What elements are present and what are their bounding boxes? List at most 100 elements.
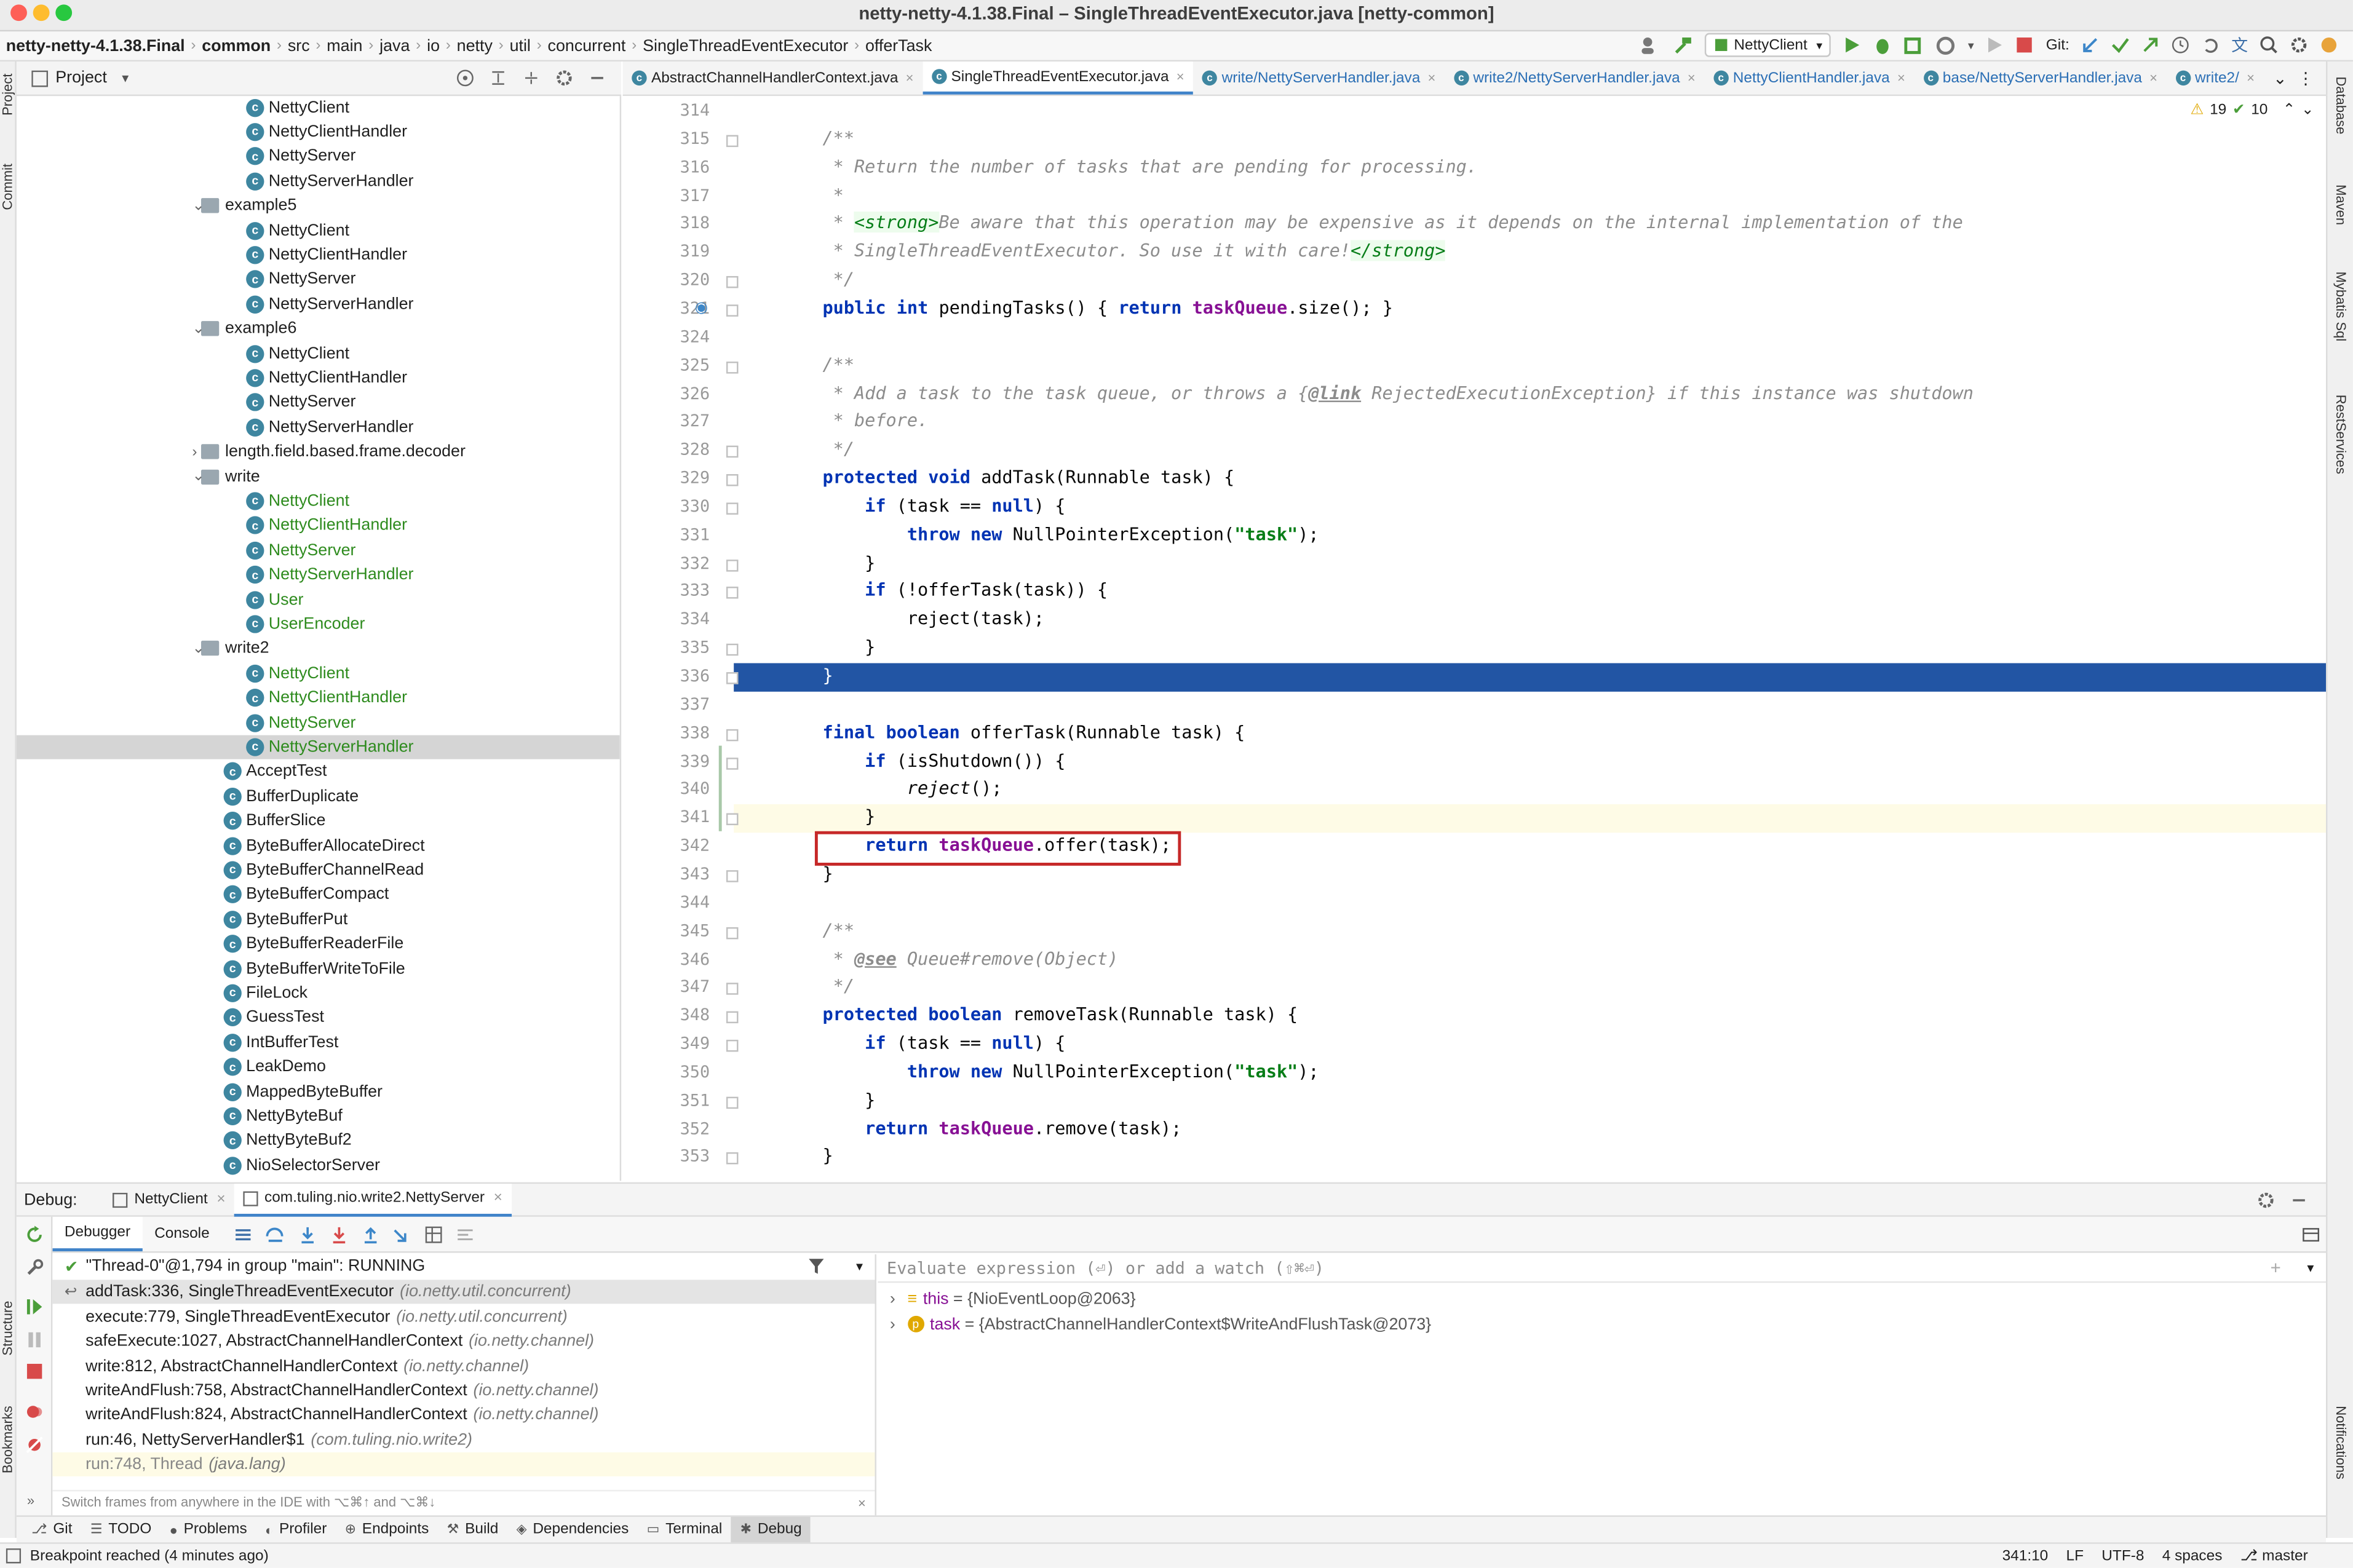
mute-breakpoints-icon[interactable]: [25, 1436, 43, 1454]
line-number[interactable]: 319: [623, 242, 710, 261]
project-panel-title[interactable]: Project: [55, 69, 107, 87]
line-number[interactable]: 337: [623, 694, 710, 714]
tree-node[interactable]: c NettyClientHandler: [17, 513, 620, 537]
run-to-cursor-icon[interactable]: [392, 1225, 410, 1243]
line-number[interactable]: 314: [623, 100, 710, 120]
implementation-marker-icon[interactable]: ◉: [695, 300, 708, 317]
variable-row[interactable]: › ≡ this = {NioEventLoop@2063}: [878, 1288, 2326, 1312]
code-line[interactable]: protected void addTask(Runnable task) {: [780, 467, 1235, 488]
line-number[interactable]: 324: [623, 327, 710, 346]
tree-node[interactable]: c NettyClientHandler: [17, 686, 620, 710]
tree-node[interactable]: c IntBufferTest: [17, 1031, 620, 1055]
code-editor[interactable]: ⚠ 19 ✔ 10 ⌃ ⌄ 314 315 /** 316 * Return the…: [622, 96, 2326, 1182]
code-line[interactable]: if (task == null) {: [780, 495, 1065, 516]
commit-tool-button[interactable]: Commit: [0, 164, 15, 210]
vcs-change-marker[interactable]: [718, 745, 722, 831]
run-icon[interactable]: [1843, 36, 1861, 54]
tool-window-button[interactable]: ⊕ Endpoints: [336, 1516, 438, 1543]
code-line[interactable]: */: [780, 438, 854, 459]
tree-node[interactable]: c NettyByteBuf2: [17, 1129, 620, 1153]
line-number[interactable]: 329: [623, 468, 710, 488]
line-number[interactable]: 351: [623, 1090, 710, 1110]
project-tool-button[interactable]: Project: [0, 74, 15, 116]
hide-icon[interactable]: [2290, 1190, 2307, 1208]
chevron-down-icon[interactable]: ⌄: [192, 320, 204, 337]
tree-node[interactable]: c ByteBufferPut: [17, 907, 620, 931]
line-number[interactable]: 332: [623, 553, 710, 572]
code-line[interactable]: }: [780, 806, 875, 827]
stack-frame[interactable]: ↩ addTask:336, SingleThreadEventExecutor (…: [52, 1280, 875, 1305]
tool-window-button[interactable]: ◈ Dependencies: [507, 1516, 638, 1543]
line-number[interactable]: 336: [623, 666, 710, 686]
tree-node[interactable]: c NettyServerHandler: [17, 563, 620, 587]
chevron-right-icon[interactable]: ›: [890, 1315, 895, 1333]
tool-window-button[interactable]: ✱ Debug: [731, 1516, 811, 1543]
code-line[interactable]: * before.: [780, 410, 929, 431]
tree-node[interactable]: c NettyByteBuf: [17, 1104, 620, 1128]
tree-node[interactable]: c UserEncoder: [17, 612, 620, 636]
fold-marker-icon[interactable]: [726, 870, 739, 882]
close-icon[interactable]: ×: [1176, 69, 1184, 84]
tree-node[interactable]: c NettyServer: [17, 390, 620, 414]
code-line[interactable]: protected boolean removeTask(Runnable ta…: [780, 1004, 1298, 1025]
breadcrumb-item[interactable]: netty: [457, 37, 493, 55]
tree-node[interactable]: c NettyServerHandler: [17, 415, 620, 439]
stack-frame[interactable]: writeAndFlush:824, AbstractChannelHandle…: [52, 1403, 875, 1427]
line-number[interactable]: 318: [623, 213, 710, 233]
collapse-all-icon[interactable]: [522, 69, 540, 87]
editor-tab[interactable]: c write2/ ×: [2167, 61, 2264, 95]
close-icon[interactable]: ×: [1897, 71, 1905, 85]
tree-node[interactable]: c NettyClient: [17, 661, 620, 685]
code-line[interactable]: *: [780, 184, 844, 205]
fold-marker-icon[interactable]: [726, 814, 739, 826]
code-line[interactable]: * SingleThreadEventExecutor. So use it w…: [780, 240, 1446, 262]
close-icon[interactable]: ×: [906, 71, 914, 85]
breadcrumb-item[interactable]: offerTask: [865, 37, 932, 55]
fold-marker-icon[interactable]: [726, 304, 739, 317]
breadcrumb-item[interactable]: src: [288, 37, 310, 55]
code-line[interactable]: * Return the number of tasks that are pe…: [780, 156, 1477, 176]
close-icon[interactable]: ×: [858, 1495, 866, 1510]
close-icon[interactable]: ×: [216, 1191, 225, 1208]
line-number[interactable]: 327: [623, 411, 710, 431]
tree-node[interactable]: c BufferSlice: [17, 809, 620, 833]
add-watch-icon[interactable]: +: [2271, 1257, 2281, 1278]
tree-node[interactable]: c ByteBufferChannelRead: [17, 858, 620, 882]
tree-node[interactable]: ⌄ example6: [17, 317, 620, 341]
line-number[interactable]: 342: [623, 836, 710, 855]
code-line[interactable]: */: [780, 269, 854, 290]
fold-marker-icon[interactable]: [726, 135, 739, 147]
stack-frame[interactable]: writeAndFlush:758, AbstractChannelHandle…: [52, 1379, 875, 1403]
fold-marker-icon[interactable]: [726, 1096, 739, 1109]
locate-icon[interactable]: [456, 69, 474, 87]
stack-frame[interactable]: run:748, Thread (java.lang): [52, 1452, 875, 1477]
line-number[interactable]: 320: [623, 270, 710, 290]
line-number[interactable]: 345: [623, 921, 710, 940]
editor-tab[interactable]: c NettyClientHandler.java ×: [1704, 61, 1914, 95]
code-line[interactable]: return taskQueue.remove(task);: [780, 1117, 1181, 1138]
line-number[interactable]: 335: [623, 638, 710, 657]
chevron-down-icon[interactable]: ⌄: [192, 640, 204, 657]
tree-node[interactable]: c NettyClient: [17, 218, 620, 242]
fold-marker-icon[interactable]: [726, 276, 739, 288]
line-number[interactable]: 331: [623, 525, 710, 544]
line-number[interactable]: 328: [623, 440, 710, 459]
view-breakpoints-icon[interactable]: [25, 1403, 43, 1420]
chevron-up-icon[interactable]: ⌃: [2283, 102, 2295, 119]
step-into-icon[interactable]: [298, 1225, 316, 1243]
more-icon[interactable]: »: [27, 1493, 34, 1508]
tool-window-button[interactable]: ☰ TODO: [81, 1516, 161, 1543]
tree-node[interactable]: c NettyServer: [17, 538, 620, 562]
chevron-right-icon[interactable]: ›: [890, 1290, 895, 1308]
gear-icon[interactable]: [555, 69, 573, 87]
fold-marker-icon[interactable]: [726, 672, 739, 684]
layout-menu-icon[interactable]: [234, 1225, 252, 1243]
stack-frame[interactable]: write:812, AbstractChannelHandlerContext…: [52, 1354, 875, 1378]
layout-toggle-icon[interactable]: [2302, 1225, 2320, 1243]
tree-node[interactable]: › length.field.based.frame.decoder: [17, 440, 620, 464]
resume-icon[interactable]: [1986, 36, 2004, 54]
line-number[interactable]: 334: [623, 609, 710, 629]
tree-node[interactable]: c NettyClientHandler: [17, 366, 620, 390]
filter-icon[interactable]: [809, 1259, 824, 1274]
layout-icon[interactable]: [6, 1548, 22, 1564]
